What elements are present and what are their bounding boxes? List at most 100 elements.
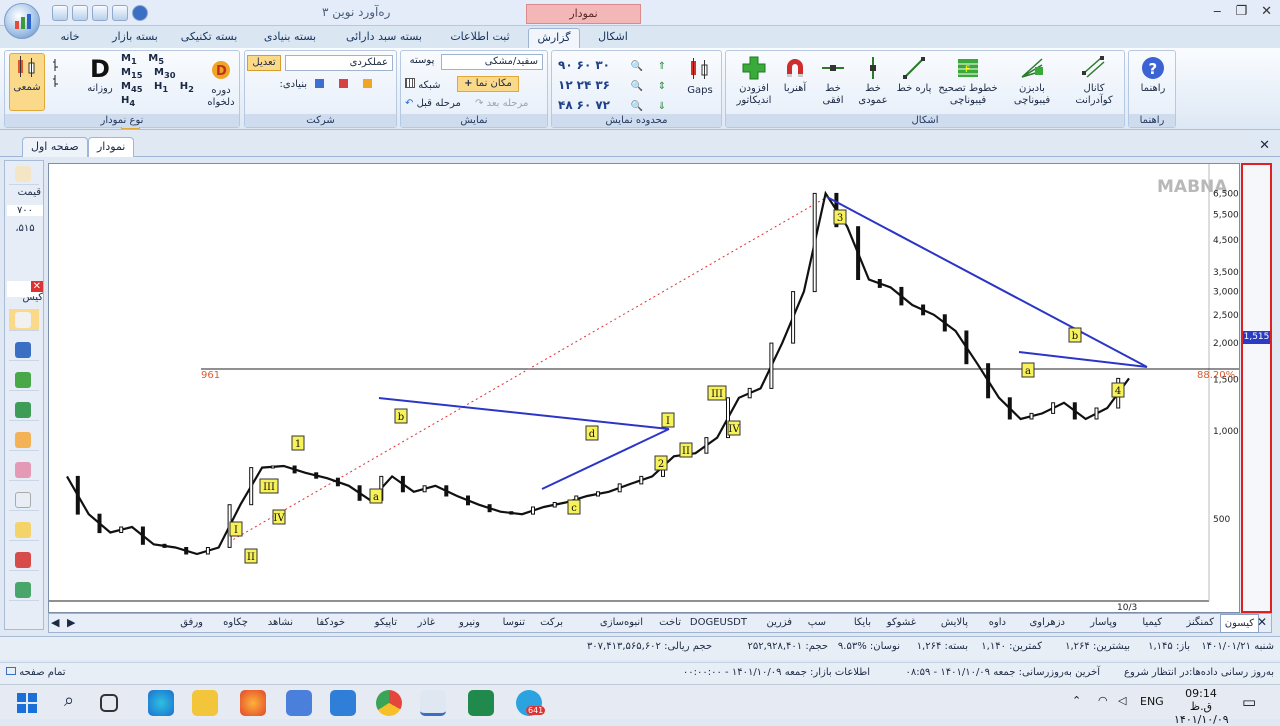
symbol-tab[interactable]: دزهراوی [1029, 617, 1065, 628]
wave-label[interactable]: c [567, 499, 581, 515]
adjust-button[interactable]: تعدیل [247, 55, 281, 71]
tab-data-entry[interactable]: ثبت اطلاعات [440, 28, 520, 48]
wave-label[interactable]: 2 [654, 455, 668, 471]
rahavard-taskbar-icon[interactable] [420, 690, 446, 716]
magnet-button[interactable]: آهنربا [778, 55, 812, 95]
h2-button[interactable]: H2 [180, 81, 194, 94]
range-24[interactable]: ۲۴ [577, 78, 592, 92]
symbol-tab[interactable]: سپ [808, 617, 826, 628]
close-symbol-icon[interactable]: ✕ [1257, 615, 1267, 629]
range-12[interactable]: ۱۲ [558, 78, 573, 92]
symbol-tab[interactable]: ونیرو [459, 617, 480, 628]
price-chart[interactable]: MABNA 10/3 6,5005,5004,5003,5003,0002,50… [49, 164, 1239, 613]
wave-label[interactable]: III [259, 478, 279, 494]
square-blue-icon[interactable] [315, 79, 324, 88]
wave-label[interactable]: I [661, 412, 675, 428]
maximize-button[interactable]: ❐ [1235, 4, 1247, 19]
bar-chart-button[interactable] [51, 57, 65, 101]
m30-button[interactable]: M30 [154, 67, 176, 80]
m15-button[interactable]: M15 [121, 67, 143, 80]
file-explorer-icon[interactable] [192, 690, 218, 716]
symbol-tab[interactable]: تاپیکو [375, 617, 397, 628]
m45-button[interactable]: M45 [121, 81, 143, 94]
wave-label[interactable]: IV [272, 509, 286, 525]
left-tool-8[interactable] [9, 519, 39, 541]
symbol-tab[interactable]: انبوه‌سازی [600, 617, 643, 628]
theme-select[interactable]: سفید/مشکی [441, 54, 543, 70]
scroll-mid-icon[interactable]: ⇕ [652, 77, 672, 97]
left-tool-10[interactable] [9, 579, 39, 601]
dropdown-icon[interactable] [132, 5, 148, 21]
square-red-icon[interactable] [339, 79, 349, 88]
tray-chevron-icon[interactable]: ⌃ [1072, 694, 1081, 707]
daily-button[interactable]: D روزانه [83, 55, 117, 95]
quadrant-channel-button[interactable]: کانال کوآدرانت [1066, 55, 1122, 107]
wave-label[interactable]: 1 [291, 435, 305, 451]
minimize-button[interactable]: ‒ [1213, 4, 1221, 19]
wave-label[interactable]: d [585, 425, 599, 441]
custom-period-button[interactable]: D دوره دلخواه [203, 57, 239, 109]
left-tool-3[interactable] [9, 369, 39, 391]
gaps-button[interactable]: Gaps [682, 57, 718, 97]
h1-button[interactable]: H1 [154, 81, 168, 94]
grid-toggle[interactable]: شبکه [405, 78, 453, 92]
trendline-2[interactable] [541, 428, 670, 490]
left-tool-7[interactable] [9, 489, 39, 511]
wave-label[interactable]: IV [727, 420, 741, 436]
add-indicator-button[interactable]: افزودن اندیکاتور [728, 55, 780, 107]
symbol-tab[interactable]: برکت [540, 617, 563, 628]
print-icon[interactable] [72, 5, 88, 21]
cursor-button[interactable]: + مکان نما [457, 76, 519, 92]
zoom-out-icon[interactable]: 🔍 [628, 77, 646, 97]
tab-portfolio[interactable]: بسته سبد دارائی [336, 28, 432, 48]
language-indicator[interactable]: ENG [1140, 695, 1164, 708]
h4-button[interactable]: H4 [121, 95, 135, 108]
notification-icon[interactable]: ▭ [1242, 693, 1256, 711]
trendline-1[interactable] [378, 397, 670, 430]
symbol-tab[interactable]: داوه [989, 617, 1006, 628]
app-menu-button[interactable] [4, 3, 40, 39]
chart-area[interactable]: MABNA 10/3 6,500 5,500 4,500 3,500 3,000 2,50… [48, 163, 1240, 613]
symbol-tab[interactable]: تنوسا [503, 617, 525, 628]
wave-label[interactable]: 4 [1111, 382, 1125, 398]
symbol-tab[interactable]: تاخت [659, 617, 681, 628]
mail-icon[interactable] [330, 690, 356, 716]
symbol-tab[interactable]: DOGEUSDT [690, 617, 747, 628]
excel-icon[interactable] [468, 690, 494, 716]
range-60[interactable]: ۶۰ [577, 58, 592, 72]
trendline-4[interactable] [1018, 351, 1148, 368]
tab-fundamental[interactable]: بسته بنیادی [252, 28, 328, 48]
symbol-tab[interactable]: وپاسار [1090, 617, 1117, 628]
symbol-tab[interactable]: پالایش [941, 617, 968, 628]
edge-icon[interactable] [148, 690, 174, 716]
prev-step-button[interactable]: ↶ مرحله قبل [405, 98, 469, 110]
wifi-icon[interactable]: ◠ [1098, 694, 1108, 707]
symbol-tab[interactable]: کیمیا [1142, 617, 1162, 628]
store-icon[interactable] [286, 690, 312, 716]
close-doc-icon[interactable]: ✕ [1259, 138, 1270, 153]
side-tab[interactable]: ✕ کیس [7, 281, 43, 303]
wave-label[interactable]: b [1068, 327, 1082, 343]
range-36[interactable]: ۳۶ [595, 78, 610, 92]
vertical-line-button[interactable]: خط عمودی [856, 55, 890, 107]
full-page-toggle[interactable]: تمام صفحه [6, 667, 66, 678]
symbol-tab[interactable]: چکاوه [223, 617, 248, 628]
symbol-tab[interactable]: بایکا [854, 617, 871, 628]
task-view-icon[interactable] [100, 694, 118, 712]
print-preview-icon[interactable] [92, 5, 108, 21]
zoom-in-icon[interactable]: 🔍 [628, 57, 646, 77]
symbol-tab[interactable]: کمنگنز [1186, 617, 1214, 628]
range-30[interactable]: ۳۰ [595, 58, 610, 72]
range-48[interactable]: ۴۸ [558, 98, 573, 112]
symbol-tab[interactable]: ورفق [180, 617, 203, 628]
tab-home[interactable]: خانه [40, 28, 100, 48]
symbol-tab[interactable]: نشاهد [268, 617, 293, 628]
wave-label[interactable]: I [229, 521, 243, 537]
firefox-icon[interactable] [240, 690, 266, 716]
help-button[interactable]: ? راهنما [1133, 55, 1173, 95]
scroll-up-icon[interactable]: ⇑ [652, 57, 672, 77]
export-icon[interactable] [112, 5, 128, 21]
tabs-scroll-left[interactable]: ◀ [51, 616, 59, 629]
symbol-tab[interactable]: غاذر [417, 617, 435, 628]
square-orange-icon[interactable] [363, 79, 373, 88]
